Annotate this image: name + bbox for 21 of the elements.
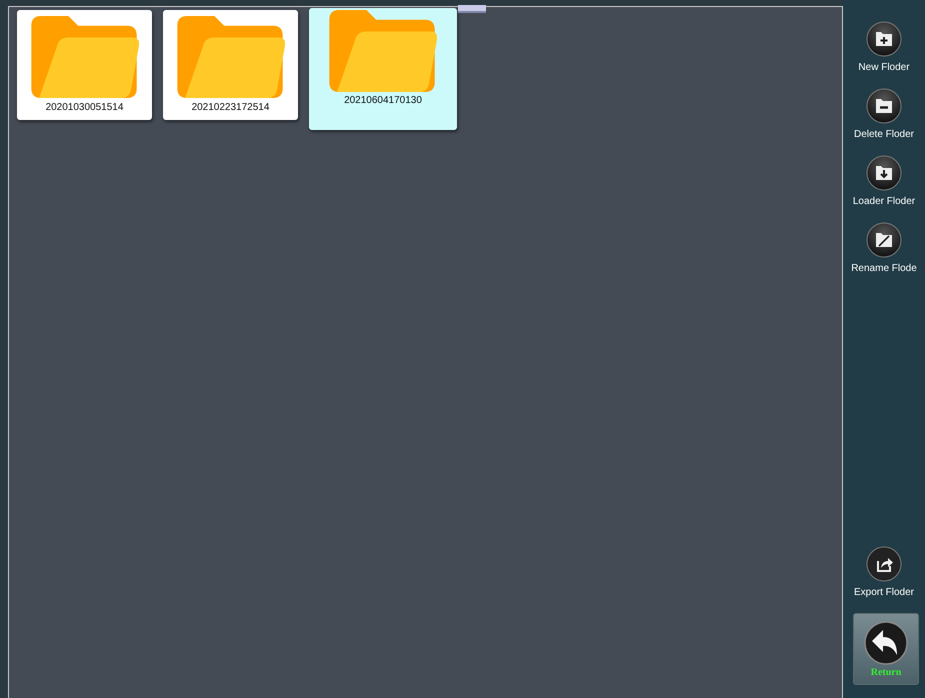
folder-icon bbox=[30, 16, 138, 98]
folder-name: 20201030051514 bbox=[46, 102, 124, 113]
folder-edit-icon bbox=[866, 222, 902, 258]
toolbar-button[interactable]: Delete Floder bbox=[854, 88, 914, 140]
folder-name: 20210604170130 bbox=[344, 95, 422, 106]
folder-icon bbox=[176, 16, 284, 98]
drag-handle[interactable] bbox=[458, 5, 486, 13]
return-button[interactable]: Return bbox=[853, 613, 919, 685]
folder-icon bbox=[329, 10, 437, 92]
folder-download-icon bbox=[866, 155, 902, 191]
folder-plus-icon bbox=[866, 21, 902, 57]
folder-minus-icon bbox=[866, 88, 902, 124]
toolbar-button[interactable]: New Floder bbox=[858, 21, 910, 73]
folder-name: 20210223172514 bbox=[192, 102, 270, 113]
toolbar-button[interactable]: Rename Flode bbox=[851, 222, 917, 274]
toolbar-button[interactable]: Loader Floder bbox=[852, 155, 916, 207]
toolbar-button[interactable]: Export Floder bbox=[854, 546, 914, 598]
folder-item[interactable]: 20210604170130 bbox=[309, 8, 457, 130]
share-icon bbox=[866, 546, 902, 582]
folder-item[interactable]: 20201030051514 bbox=[17, 10, 152, 120]
folder-item[interactable]: 20210223172514 bbox=[163, 10, 298, 120]
